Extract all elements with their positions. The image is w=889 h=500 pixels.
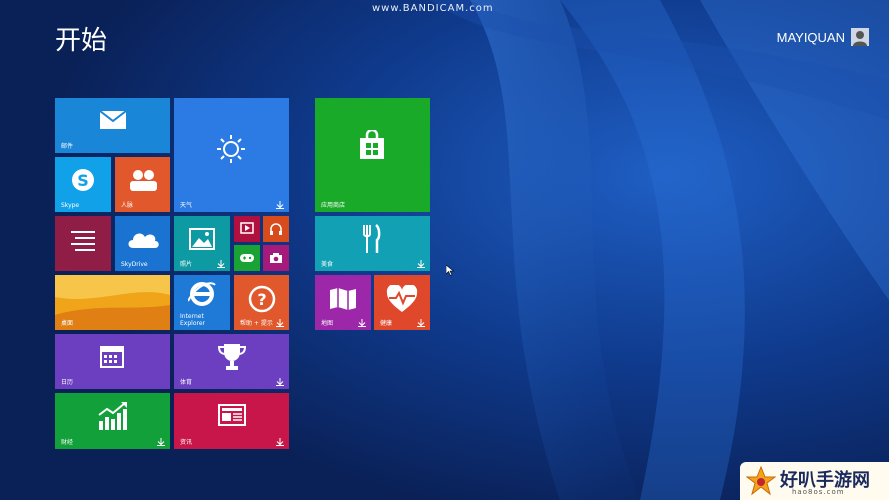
tile-maps[interactable]: 地图 bbox=[315, 275, 371, 330]
sun-icon bbox=[217, 135, 245, 163]
headphones-icon bbox=[270, 223, 282, 235]
tile-food-drink[interactable]: 美食 bbox=[315, 216, 430, 271]
tile-label: 天气 bbox=[180, 202, 193, 209]
tile-label: 邮件 bbox=[61, 143, 74, 150]
mouse-cursor-icon bbox=[446, 265, 454, 276]
tile-video[interactable] bbox=[234, 216, 260, 242]
page-title: 开始 bbox=[55, 26, 108, 56]
tile-internet-explorer[interactable]: Internet Explorer bbox=[174, 275, 230, 330]
tile-label: 健康 bbox=[380, 320, 393, 327]
live-tile-icon bbox=[276, 438, 284, 446]
video-icon bbox=[240, 222, 254, 234]
tile-reading-list[interactable] bbox=[55, 216, 111, 271]
tile-label: 应用商店 bbox=[321, 202, 346, 209]
map-icon bbox=[330, 288, 356, 310]
tile-news[interactable]: 资讯 bbox=[174, 393, 289, 449]
live-tile-icon bbox=[358, 319, 366, 327]
tile-label: Internet Explorer bbox=[180, 313, 205, 327]
tile-label: 人脉 bbox=[121, 202, 134, 209]
svg-text:?: ? bbox=[257, 290, 266, 309]
live-tile-icon bbox=[417, 260, 425, 268]
star-logo-icon bbox=[746, 466, 776, 496]
live-tile-icon bbox=[217, 260, 225, 268]
tile-camera[interactable] bbox=[263, 245, 289, 271]
bandicam-watermark: www.BANDICAM.com bbox=[372, 3, 494, 14]
tile-people[interactable]: 人脉 bbox=[115, 157, 170, 212]
user-name: MAYIQUAN bbox=[776, 29, 845, 45]
tile-label: 日历 bbox=[61, 379, 74, 386]
site-logo: 好叭手游网 hao8os.com bbox=[740, 462, 889, 500]
tile-label: SkyDrive bbox=[121, 261, 148, 268]
fork-knife-icon bbox=[363, 224, 381, 253]
cloud-icon bbox=[128, 233, 159, 248]
tile-music[interactable] bbox=[263, 216, 289, 242]
user-account[interactable]: MAYIQUAN bbox=[777, 28, 869, 46]
people-icon bbox=[130, 170, 157, 191]
logo-subtitle: hao8os.com bbox=[792, 488, 845, 496]
tile-desktop[interactable]: 桌面 bbox=[55, 275, 170, 330]
tile-games[interactable] bbox=[234, 245, 260, 271]
tile-label: 地图 bbox=[321, 320, 334, 327]
user-avatar-icon bbox=[851, 28, 869, 46]
tile-sports[interactable]: 体育 bbox=[174, 334, 289, 389]
heartbeat-icon bbox=[386, 285, 418, 312]
svg-text:S: S bbox=[77, 171, 89, 190]
tile-label: Skype bbox=[61, 202, 80, 209]
tile-calendar[interactable]: 日历 bbox=[55, 334, 170, 389]
mail-icon bbox=[99, 110, 127, 129]
tile-finance[interactable]: 财经 bbox=[55, 393, 170, 449]
help-icon: ? bbox=[248, 285, 276, 313]
chart-icon bbox=[98, 402, 127, 430]
photo-icon bbox=[189, 228, 215, 250]
tile-skype[interactable]: S Skype bbox=[55, 157, 111, 212]
live-tile-icon bbox=[157, 438, 165, 446]
tile-store[interactable]: 应用商店 bbox=[315, 98, 430, 212]
camera-icon bbox=[270, 253, 282, 263]
live-tile-icon bbox=[276, 201, 284, 209]
news-icon bbox=[218, 404, 246, 426]
tile-label: 体育 bbox=[180, 379, 193, 386]
tile-mail[interactable]: 邮件 bbox=[55, 98, 170, 153]
live-tile-icon bbox=[276, 378, 284, 386]
tile-label: 桌面 bbox=[61, 320, 74, 327]
tile-photos[interactable]: 照片 bbox=[174, 216, 230, 271]
tile-health[interactable]: 健康 bbox=[374, 275, 430, 330]
tile-label: 财经 bbox=[61, 439, 74, 446]
tile-weather[interactable]: 天气 bbox=[174, 98, 289, 212]
reading-list-icon bbox=[71, 231, 95, 251]
game-controller-icon bbox=[240, 254, 254, 262]
calendar-icon bbox=[100, 346, 124, 368]
live-tile-icon bbox=[276, 319, 284, 327]
trophy-icon bbox=[217, 344, 247, 370]
tile-label: 美食 bbox=[321, 261, 334, 268]
ie-icon bbox=[188, 282, 216, 306]
skype-icon: S bbox=[72, 169, 94, 191]
tile-label: 帮助 + 提示 bbox=[240, 320, 273, 327]
tile-skydrive[interactable]: SkyDrive bbox=[115, 216, 170, 271]
live-tile-icon bbox=[417, 319, 425, 327]
tile-label: 照片 bbox=[180, 261, 193, 268]
tile-help-tips[interactable]: ? 帮助 + 提示 bbox=[234, 275, 289, 330]
tile-label: 资讯 bbox=[180, 439, 193, 446]
store-bag-icon bbox=[360, 130, 384, 159]
